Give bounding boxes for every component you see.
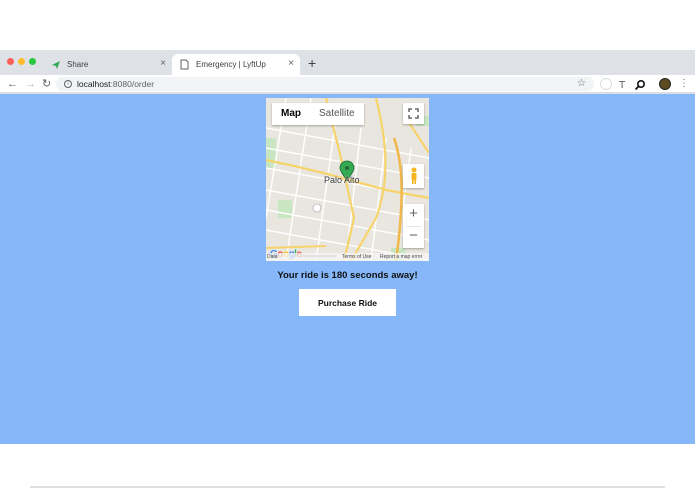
purchase-ride-button[interactable]: Purchase Ride xyxy=(299,289,396,316)
report-map-error-link[interactable]: Report a map error xyxy=(380,253,422,261)
pegman-streetview-icon[interactable] xyxy=(403,164,424,188)
tab-emergency[interactable]: Emergency | LyftUp × xyxy=(172,54,300,75)
map-data-link[interactable]: Data xyxy=(267,253,278,261)
city-label: Palo Alto xyxy=(324,175,360,185)
new-tab-button[interactable]: + xyxy=(308,56,316,70)
translate-icon[interactable]: T xyxy=(617,77,629,91)
minimize-window-button[interactable] xyxy=(18,58,25,65)
zoom-out-button[interactable]: − xyxy=(403,226,424,248)
tab-label: Emergency | LyftUp xyxy=(196,60,266,69)
map-type-satellite-button[interactable]: Satellite xyxy=(310,103,364,125)
forward-button[interactable]: → xyxy=(25,77,36,91)
svg-text:T: T xyxy=(618,80,626,90)
map[interactable]: Palo Alto Map Satellite + − Google xyxy=(266,98,429,261)
tab-share[interactable]: Share × xyxy=(44,54,172,75)
extension-circle-icon[interactable] xyxy=(600,78,612,90)
page-content: Palo Alto Map Satellite + − Google xyxy=(0,94,695,488)
address-bar[interactable]: i localhost:8080/order ☆ xyxy=(56,77,594,91)
browser-toolbar: ← → ↻ i localhost:8080/order ☆ T ⋮ xyxy=(0,75,695,93)
zoom-divider xyxy=(406,226,421,227)
ride-eta-message: Your ride is 180 seconds away! xyxy=(277,270,418,281)
send-icon xyxy=(50,59,61,70)
tab-label: Share xyxy=(67,60,89,69)
zoom-in-button[interactable]: + xyxy=(403,204,424,226)
page-bottom-shadow xyxy=(30,486,665,488)
close-tab-icon[interactable]: × xyxy=(160,58,166,70)
fullscreen-icon[interactable] xyxy=(403,103,424,124)
reload-button[interactable]: ↻ xyxy=(42,77,51,91)
map-type-control: Map Satellite xyxy=(272,103,364,125)
magnifier-extension-icon[interactable] xyxy=(634,78,646,91)
info-icon[interactable]: i xyxy=(64,80,72,88)
close-window-button[interactable] xyxy=(7,58,14,65)
tab-strip: Share × Emergency | LyftUp × + xyxy=(0,50,695,75)
bookmark-star-icon[interactable]: ☆ xyxy=(577,77,586,91)
url-path: :8080/order xyxy=(110,79,155,89)
map-attribution-bar: Data Terms of Use Report a map error xyxy=(266,253,429,261)
menu-kebab-icon[interactable]: ⋮ xyxy=(679,77,689,91)
maximize-window-button[interactable] xyxy=(29,58,36,65)
screenshot: Share × Emergency | LyftUp × + ← → ↻ i l… xyxy=(0,0,695,494)
zoom-control: + − xyxy=(403,204,424,248)
map-type-map-button[interactable]: Map xyxy=(272,103,310,125)
document-icon xyxy=(179,59,190,70)
back-button[interactable]: ← xyxy=(7,77,18,91)
close-tab-icon[interactable]: × xyxy=(288,58,294,70)
browser-window: Share × Emergency | LyftUp × + ← → ↻ i l… xyxy=(0,50,695,488)
profile-avatar[interactable] xyxy=(659,78,671,90)
url-host: localhost xyxy=(77,79,111,89)
terms-of-use-link[interactable]: Terms of Use xyxy=(342,253,371,261)
